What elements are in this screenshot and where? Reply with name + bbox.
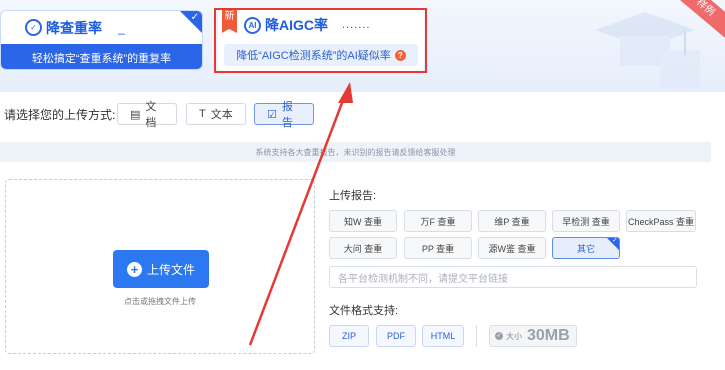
report-icon: ☑ [267,108,277,121]
ai-logo-icon: AI [244,16,261,34]
tab-reduce-duplication[interactable]: ✓ 降查重率 _ 轻松搞定“查重系统”的重复率 ✓ [0,10,203,70]
graduation-cap-illustration [595,12,700,88]
report-option[interactable]: CheckPass 查重 [626,210,696,232]
checkmark-icon: ✓ [612,237,618,244]
help-icon[interactable]: ? [394,49,406,61]
method-label: 报告 [281,101,293,129]
report-option[interactable]: 早检测 查重 [552,210,620,232]
new-badge: 新 [222,9,237,33]
tab-title: 降查重率 [46,19,102,36]
tab-title-tail: ....... [342,19,371,31]
method-document-button[interactable]: ▤ 文档 [117,101,177,129]
method-label: 文本 [210,109,233,121]
check-logo-icon: ✓ [25,19,42,36]
text-icon: T [199,108,206,120]
upload-button-label: 上传文件 [146,262,195,277]
plus-icon: + [126,261,142,277]
report-option-label: 其它 [576,243,595,254]
checkmark-icon: ✓ [190,12,199,23]
check-circle-icon: ✓ [495,332,503,340]
tab-title-tail: _ [118,20,125,35]
report-option-selected[interactable]: 其它 ✓ [552,237,620,259]
size-limit-tag: ✓ 大小 30MB [489,325,577,347]
upload-method-row: 请选择您的上传方式: ▤ 文档 T 文本 ☑ 报告 [0,92,725,136]
tab-header: ✓ 降查重率 _ 轻松搞定“查重系统”的重复率 ✓ AI 降AIGC率 ....… [0,0,725,92]
report-option[interactable]: 大问 查重 [329,237,397,259]
method-report-button[interactable]: ☑ 报告 [254,101,314,129]
file-dropzone[interactable]: + 上传文件 点击或拖拽文件上传 [5,179,315,354]
format-pdf-tag: PDF [376,325,416,347]
dropzone-hint: 点击或拖拽文件上传 [124,297,196,306]
support-notice: 系统支持各大查重报告，未识别的报告请反馈给客服处理 [0,142,711,162]
tab-subtitle: 降低“AIGC检测系统”的AI疑似率 [236,50,391,62]
report-option[interactable]: PP 查重 [404,237,472,259]
platform-link-input[interactable]: 各平台检测机制不同，请提交平台链接 [329,266,697,288]
tab-subtitle-box: 降低“AIGC检测系统”的AI疑似率 ? [224,44,418,66]
report-option[interactable]: 维P 查重 [478,210,546,232]
upload-file-button[interactable]: + 上传文件 [113,250,209,288]
tab-title: 降AIGC率 [265,17,328,33]
report-option[interactable]: 知W 查重 [329,210,397,232]
method-text-button[interactable]: T 文本 [186,103,246,125]
method-label: 文档 [145,101,157,129]
tab-reduce-aigc[interactable]: AI 降AIGC率 ....... 降低“AIGC检测系统”的AI疑似率 ? [218,10,424,72]
format-html-tag: HTML [422,325,464,347]
size-label: 大小 [506,331,522,341]
format-zip-tag: ZIP [329,325,369,347]
report-option[interactable]: 万F 查重 [404,210,472,232]
format-support-title: 文件格式支持: [329,305,399,317]
tab-subtitle: 轻松搞定“查重系统”的重复率 [1,44,202,69]
divider [476,325,477,347]
report-option[interactable]: 源W鉴 查重 [478,237,546,259]
upload-method-label: 请选择您的上传方式: [4,108,116,122]
size-value: 30MB [527,327,570,344]
report-source-title: 上传报告: [329,190,377,202]
document-icon: ▤ [130,108,141,121]
